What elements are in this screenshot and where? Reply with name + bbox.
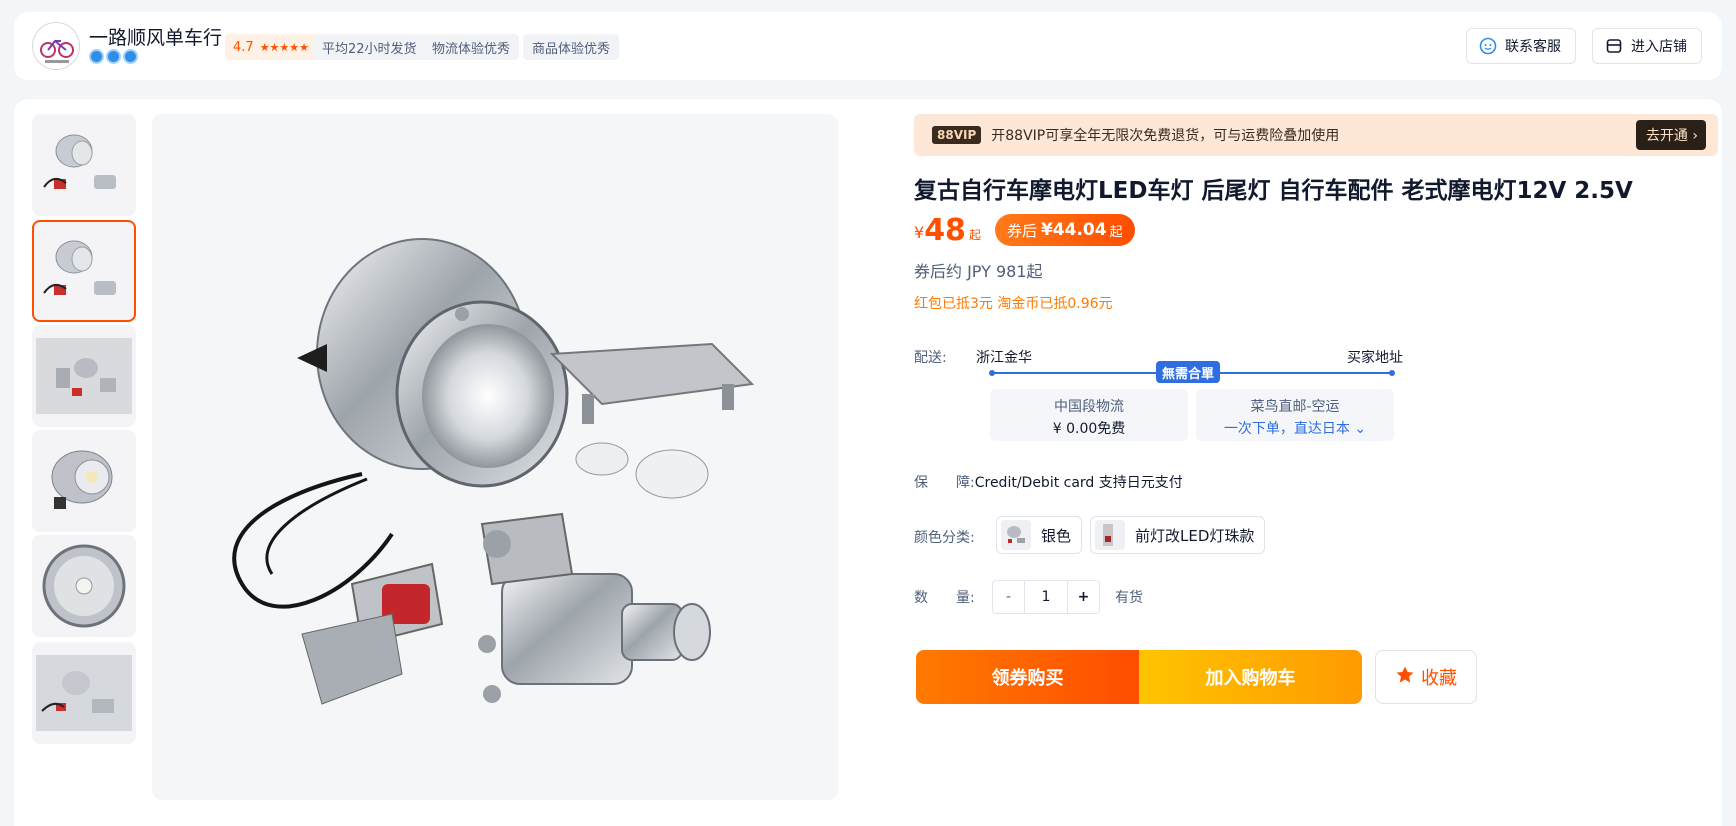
ship-from: 浙江金华 <box>976 350 1032 366</box>
shop-tag-logistics: 物流体验优秀 <box>423 34 520 60</box>
level-badge-icon <box>89 49 104 64</box>
ship-to[interactable]: 买家地址 <box>1347 347 1403 367</box>
product-thumbnail[interactable] <box>32 325 136 427</box>
quantity-plus-button[interactable]: + <box>1067 581 1099 613</box>
price-row: ¥ 48 起 券后 ¥44.04 起 <box>914 214 1135 248</box>
price-suffix: 起 <box>968 228 981 242</box>
star-rating-icon: ★★★★★ <box>259 40 309 54</box>
discount-info: 红包已抵3元 淘金币已抵0.96元 <box>914 296 1113 312</box>
sku-thumbnail <box>1001 520 1031 550</box>
quantity-label: 数 量: <box>914 590 975 606</box>
shipping-label: 配送: <box>914 350 947 366</box>
price-value: 48 <box>924 213 966 248</box>
product-thumbnail[interactable] <box>32 535 136 637</box>
shipping-option-detail-text: 一次下单，直达日本 <box>1223 421 1350 437</box>
quantity-stepper: - 1 + <box>992 580 1100 614</box>
shop-tag-shipping: 平均22小时发货 <box>313 34 426 60</box>
purchase-buttons: 领券购买 加入购物车 <box>916 650 1362 704</box>
guarantee-label: 保 障: <box>914 475 975 491</box>
add-to-cart-button[interactable]: 加入购物车 <box>1139 650 1362 704</box>
vip-promo-banner[interactable]: 88VIP 开88VIP可享全年无限次免费退货，可与运费险叠加使用 去开通 › <box>914 114 1718 156</box>
shop-header: 一路顺风单车行 4.7 ★★★★★ 平均22小时发货 物流体验优秀 商品体验优秀… <box>14 12 1722 80</box>
product-card: 88VIP 开88VIP可享全年无限次免费退货，可与运费险叠加使用 去开通 › … <box>14 99 1722 826</box>
level-badge-icon <box>123 49 138 64</box>
contact-service-label: 联系客服 <box>1505 39 1561 55</box>
enter-shop-label: 进入店铺 <box>1631 39 1687 55</box>
shipping-option-title: 中国段物流 <box>1054 399 1124 415</box>
jpy-price: 券后约 JPY 981起 <box>914 262 1043 281</box>
product-thumbnail[interactable] <box>32 642 136 744</box>
color-category-label: 颜色分类: <box>914 530 975 546</box>
shipping-option-detail: 一次下单，直达日本 ⌄ <box>1196 418 1394 438</box>
product-thumbnail-selected[interactable] <box>32 220 136 322</box>
stock-status: 有货 <box>1115 590 1143 606</box>
favorite-label: 收藏 <box>1421 668 1457 689</box>
shipping-option-international[interactable]: 菜鸟直邮-空运 一次下单，直达日本 ⌄ <box>1196 389 1394 441</box>
shipping-option-domestic: 中国段物流 ¥ 0.00免费 <box>990 389 1188 441</box>
vip-open-button[interactable]: 去开通 › <box>1635 120 1706 150</box>
route-start-dot <box>989 370 995 376</box>
coupon-suffix: 起 <box>1109 224 1123 240</box>
guarantee-row: 保 障:Credit/Debit card 支持日元支付 <box>914 472 1183 492</box>
rating-value: 4.7 <box>233 39 254 55</box>
no-consolidation-badge: 無需合單 <box>1156 361 1221 383</box>
coupon-buy-button[interactable]: 领券购买 <box>916 650 1139 704</box>
chevron-down-icon: ⌄ <box>1354 421 1367 437</box>
sku-option-silver[interactable]: 银色 <box>996 516 1083 554</box>
thumbnail-list <box>32 114 138 824</box>
shop-tag-product: 商品体验优秀 <box>523 34 620 60</box>
enter-shop-button[interactable]: 进入店铺 <box>1592 28 1702 64</box>
sku-option-label: 前灯改LED灯珠款 <box>1135 526 1255 545</box>
star-icon <box>1395 665 1415 690</box>
quantity-minus-button[interactable]: - <box>993 581 1025 613</box>
sku-option-led[interactable]: 前灯改LED灯珠款 <box>1090 516 1266 554</box>
product-thumbnail[interactable] <box>32 430 136 532</box>
main-product-image[interactable] <box>152 114 838 800</box>
shop-level-badges <box>89 49 138 64</box>
price-symbol: ¥ <box>914 223 925 242</box>
shipping-option-title: 菜鸟直邮-空运 <box>1250 399 1340 415</box>
coupon-price: ¥44.04 <box>1040 220 1107 240</box>
chevron-right-icon: › <box>1692 128 1698 144</box>
coupon-prefix: 券后 <box>1006 221 1037 240</box>
product-thumbnail[interactable] <box>32 114 136 216</box>
contact-service-button[interactable]: 联系客服 <box>1466 28 1576 64</box>
store-icon <box>1605 37 1623 55</box>
quantity-input[interactable]: 1 <box>1025 581 1067 613</box>
vip-open-label: 去开通 <box>1645 128 1688 144</box>
vip-logo: 88VIP <box>932 126 982 144</box>
shop-rating: 4.7 ★★★★★ <box>225 34 317 60</box>
product-title: 复古自行车摩电灯LED车灯 后尾灯 自行车配件 老式摩电灯12V 2.5V <box>914 178 1633 204</box>
route-end-dot <box>1389 370 1395 376</box>
shipping-option-price: ¥ 0.00免费 <box>1052 421 1126 437</box>
shop-name[interactable]: 一路顺风单车行 <box>89 23 222 50</box>
chat-icon <box>1479 37 1497 55</box>
coupon-price-badge: 券后 ¥44.04 起 <box>994 214 1135 246</box>
sku-thumbnail <box>1095 520 1125 550</box>
vip-promo-text: 开88VIP可享全年无限次免费退货，可与运费险叠加使用 <box>991 128 1340 144</box>
favorite-button[interactable]: 收藏 <box>1375 650 1477 704</box>
shop-logo[interactable] <box>32 22 80 70</box>
guarantee-value: Credit/Debit card 支持日元支付 <box>974 475 1183 491</box>
level-badge-icon <box>106 49 121 64</box>
sku-option-label: 银色 <box>1041 526 1072 545</box>
